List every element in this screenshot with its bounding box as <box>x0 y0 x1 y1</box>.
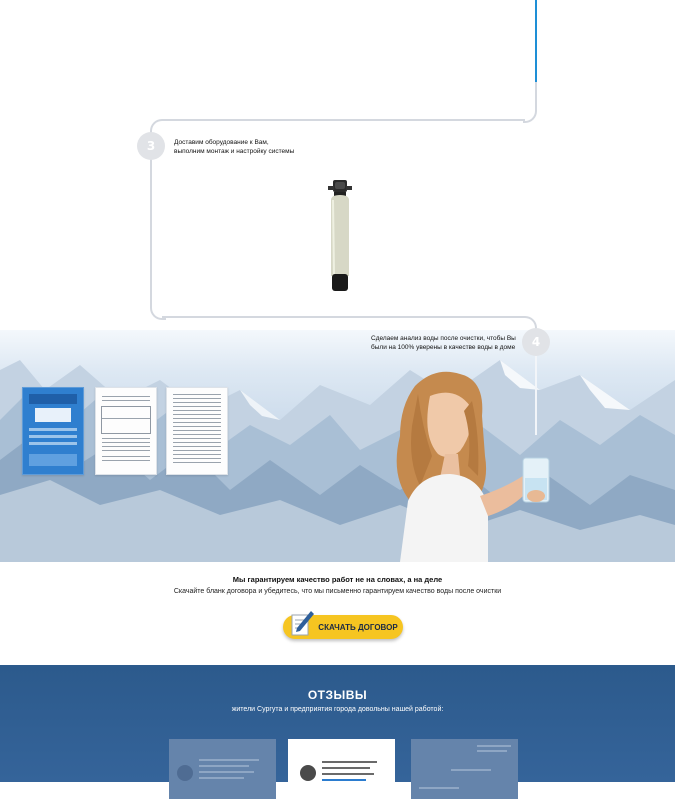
step-4-text-line: были на 100% уверены в качестве воды в д… <box>371 343 516 351</box>
step-4-text-line: Сделаем анализ воды после очистки, чтобы… <box>371 335 516 342</box>
review-card[interactable] <box>169 739 276 799</box>
timeline-accent-line <box>535 0 537 82</box>
step-3-text-line: Доставим оборудование к Вам, <box>174 139 269 146</box>
guarantee-subtitle: Скачайте бланк договора и убедитесь, что… <box>173 588 502 595</box>
reviews-title: ОТЗЫВЫ <box>307 688 368 702</box>
step-4-text: Сделаем анализ воды после очистки, чтобы… <box>371 335 516 352</box>
timeline-curve <box>523 106 537 123</box>
step-3-text-line: выполним монтаж и настройку системы <box>174 147 295 155</box>
download-contract-button[interactable]: СКАЧАТЬ ДОГОВОР <box>283 611 403 639</box>
protocol-document[interactable] <box>95 387 157 475</box>
timeline-line <box>162 316 523 318</box>
step-3-text: Доставим оборудование к Вам, выполним мо… <box>174 139 294 156</box>
step-3-number: 3 <box>137 132 165 160</box>
guarantee-block: Мы гарантируем качество работ не на слов… <box>0 562 675 595</box>
contract-document[interactable] <box>166 387 228 475</box>
guarantee-title: Мы гарантируем качество работ не на слов… <box>232 575 443 584</box>
download-contract-label: СКАЧАТЬ ДОГОВОР <box>318 622 398 632</box>
pen-icon <box>291 611 314 636</box>
review-card[interactable] <box>288 739 395 799</box>
avatar <box>300 765 316 781</box>
review-card[interactable] <box>411 739 518 799</box>
certificate-document[interactable] <box>22 387 84 475</box>
hero-mountains-section <box>0 330 675 562</box>
water-filter-image <box>328 180 352 291</box>
avatar <box>177 765 193 781</box>
timeline-line <box>162 119 525 121</box>
reviews-subtitle: жители Сургута и предприятия города дово… <box>231 706 444 713</box>
step-4-number: 4 <box>522 328 550 356</box>
woman-with-water-glass-image <box>396 371 550 562</box>
